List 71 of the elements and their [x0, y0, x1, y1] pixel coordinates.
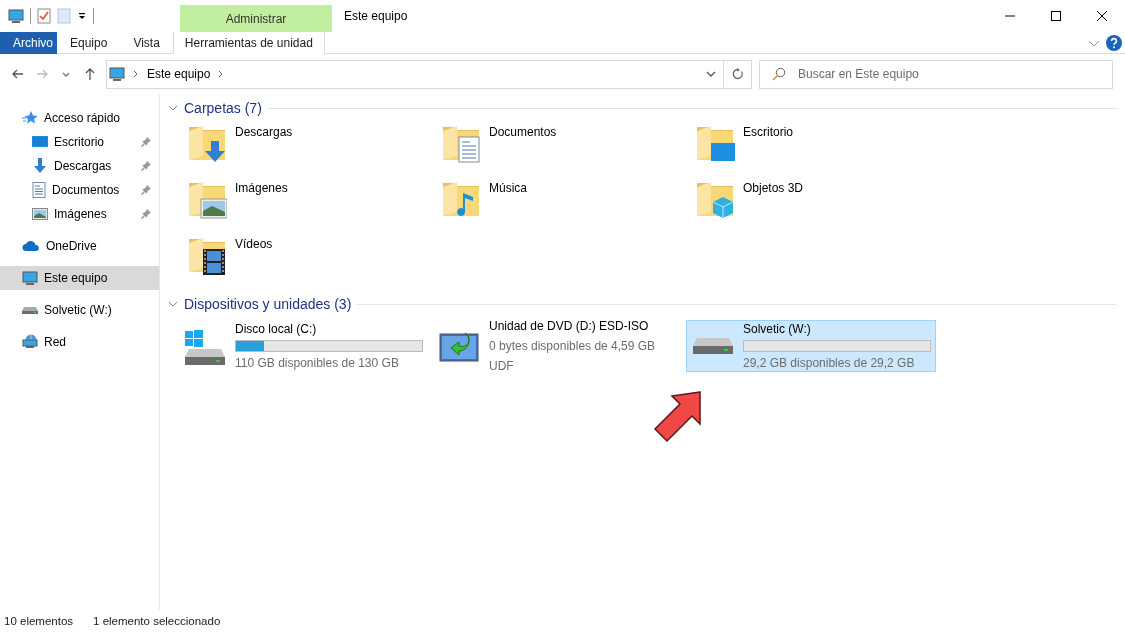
- checklist-icon[interactable]: [37, 8, 51, 24]
- close-icon: [1097, 11, 1107, 21]
- chevron-right-icon[interactable]: [218, 70, 225, 78]
- ribbon-tab[interactable]: Equipo: [57, 32, 121, 54]
- document-icon: [32, 182, 46, 198]
- star-icon: [22, 110, 38, 126]
- search-icon: [772, 67, 786, 81]
- down-arrow-icon: [32, 158, 48, 174]
- drive-icon: [22, 305, 38, 315]
- folder-item[interactable]: Documentos: [434, 120, 688, 176]
- folder-item[interactable]: Música: [434, 176, 688, 232]
- sidebar-item[interactable]: Solvetic (W:): [0, 298, 159, 322]
- cube-folder-icon: [695, 179, 735, 221]
- drive-icon: [691, 337, 735, 355]
- drive-name: Unidad de DVD (D:) ESD-ISO: [489, 318, 650, 335]
- maximize-icon: [1051, 11, 1061, 21]
- drive-item[interactable]: Unidad de DVD (D:) ESD-ISO 0 bytes disponibles de 4,59 GB UDF: [432, 320, 682, 372]
- sidebar-item[interactable]: OneDrive: [0, 234, 159, 258]
- chevron-down-icon[interactable]: [168, 299, 178, 309]
- context-group-label: Administrar: [180, 5, 332, 32]
- sidebar-item[interactable]: Red: [0, 330, 159, 354]
- search-box[interactable]: Buscar en Este equipo: [759, 59, 1113, 89]
- computer-icon: [109, 66, 125, 82]
- ribbon-tab[interactable]: Herramientas de unidad: [172, 32, 325, 54]
- refresh-icon: [731, 68, 744, 80]
- pictures-folder-icon: [187, 179, 227, 221]
- computer-icon: [22, 270, 38, 286]
- sidebar-item[interactable]: Escritorio: [0, 130, 159, 154]
- forward-icon: [35, 67, 49, 81]
- picture-icon: [32, 207, 48, 221]
- cloud-icon: [22, 240, 40, 252]
- search-field[interactable]: Buscar en Este equipo: [796, 64, 1112, 84]
- file-menu-tab[interactable]: Archivo: [0, 32, 57, 54]
- file-system-text: UDF: [489, 358, 515, 375]
- item-count-text: 10 elementos: [4, 614, 74, 630]
- dropdown-icon[interactable]: [77, 11, 87, 21]
- folder-item[interactable]: Imágenes: [180, 176, 434, 232]
- free-space-text: 0 bytes disponibles de 4,59 GB: [489, 338, 657, 355]
- folder-item[interactable]: Escritorio: [688, 120, 942, 176]
- computer-icon[interactable]: [8, 8, 24, 24]
- sidebar-item[interactable]: Este equipo: [0, 266, 159, 290]
- up-icon: [83, 67, 97, 81]
- free-space-text: 29,2 GB disponibles de 29,2 GB: [743, 355, 916, 372]
- ribbon-tab[interactable]: Vista: [120, 32, 173, 54]
- section-header[interactable]: Dispositivos y unidades (3): [184, 293, 352, 315]
- back-icon: [11, 67, 25, 81]
- address-bar[interactable]: Este equipo: [106, 59, 752, 89]
- breadcrumb-item[interactable]: Este equipo: [147, 65, 211, 83]
- desktop-icon: [32, 134, 48, 150]
- folder-item[interactable]: Objetos 3D: [688, 176, 942, 232]
- annotation-arrow: [652, 388, 704, 444]
- window-title: Este equipo: [343, 8, 408, 25]
- film-folder-icon: [187, 235, 227, 277]
- folder-item[interactable]: Vídeos: [180, 232, 434, 288]
- sidebar-item[interactable]: Imágenes: [0, 202, 159, 226]
- section-header[interactable]: Carpetas (7): [184, 97, 262, 119]
- chevron-down-icon[interactable]: [168, 103, 178, 113]
- drive-name: Solvetic (W:): [743, 321, 812, 338]
- free-space-text: 110 GB disponibles de 130 GB: [235, 355, 400, 372]
- folder-item[interactable]: Descargas: [180, 120, 434, 176]
- chevron-right-icon: [133, 70, 139, 78]
- sidebar-item[interactable]: Acceso rápido: [0, 106, 159, 130]
- drive-item[interactable]: Solvetic (W:) 29,2 GB disponibles de 29,2 GB: [686, 320, 936, 372]
- drive-name: Disco local (C:): [235, 321, 318, 338]
- documents-folder-icon: [441, 123, 481, 165]
- sidebar-item[interactable]: Documentos: [0, 178, 159, 202]
- selection-count-text: 1 elemento seleccionado: [93, 614, 221, 630]
- network-globe-icon: [22, 334, 38, 350]
- drive-item[interactable]: Disco local (C:) 110 GB disponibles de 130 GB: [178, 320, 428, 372]
- help-icon[interactable]: [1106, 34, 1122, 51]
- sidebar-item[interactable]: Descargas: [0, 154, 159, 178]
